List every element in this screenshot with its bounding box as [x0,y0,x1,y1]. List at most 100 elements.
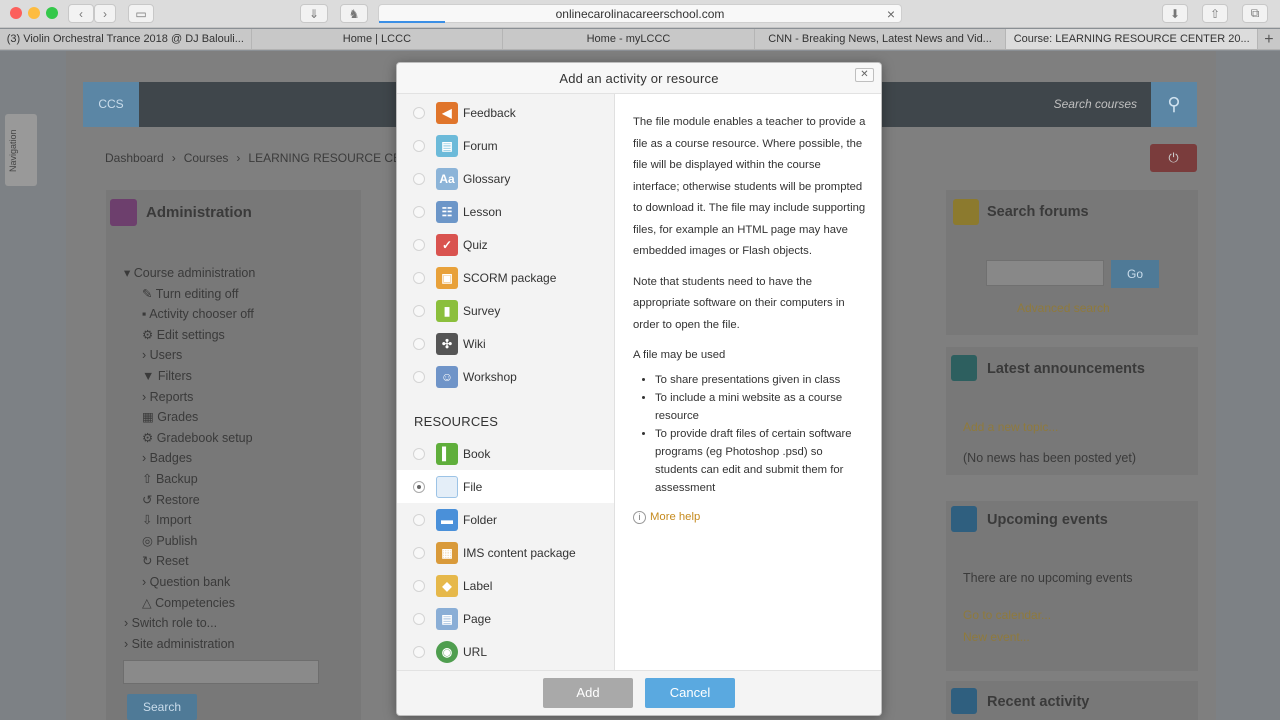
browser-tab[interactable]: (3) Violin Orchestral Trance 2018 @ DJ B… [0,29,252,49]
radio-button[interactable] [413,370,425,383]
option-lesson[interactable]: ☷ Lesson [397,195,614,228]
minimize-window-button[interactable] [28,7,40,19]
radio-button[interactable] [413,612,425,625]
option-forum[interactable]: ▤ Forum [397,129,614,162]
browser-tab[interactable]: CNN - Breaking News, Latest News and Vid… [755,29,1007,49]
radio-button[interactable] [413,337,425,350]
calendar-icon [951,506,977,532]
sidebar-icon[interactable]: ▭ [128,4,154,23]
zoom-window-button[interactable] [46,7,58,19]
option-scorm-package[interactable]: ▣ SCORM package [397,261,614,294]
forum-search-input[interactable] [986,260,1104,286]
option-wiki[interactable]: ✣ Wiki [397,327,614,360]
navigation-drawer-tab[interactable]: Navigation [5,114,37,186]
share-icon[interactable]: ⇧ [1202,4,1228,23]
page-icon: ▤ [436,607,458,630]
tree-item[interactable]: › Reports [124,387,255,408]
tree-item[interactable]: › Switch role to... [124,613,255,634]
radio-button[interactable] [413,447,425,460]
download-arrow-icon[interactable]: ⇓ [300,4,328,23]
option-label-resource[interactable]: ◆ Label [397,569,614,602]
tree-item[interactable]: ▼ Filters [124,366,255,387]
more-help-link[interactable]: i More help [633,507,866,529]
radio-button[interactable] [413,238,425,251]
advanced-search-link[interactable]: Advanced search [1017,301,1110,315]
browser-tab-active[interactable]: Course: LEARNING RESOURCE CENTER 20... [1006,29,1258,49]
forum-go-button[interactable]: Go [1111,260,1159,288]
admin-search-input[interactable] [123,660,319,684]
radio-button[interactable] [413,106,425,119]
tree-item[interactable]: ⚙ Gradebook setup [124,428,255,449]
tree-item[interactable]: ▪ Activity chooser off [124,304,255,325]
address-bar[interactable]: onlinecarolinacareerschool.com × [378,4,902,23]
tree-item[interactable]: △ Competencies [124,593,255,614]
tree-item[interactable]: ⇩ Import [124,510,255,531]
add-button[interactable]: Add [543,678,633,708]
tree-item[interactable]: ✎ Turn editing off [124,284,255,305]
module-options-list: ◀ Feedback ▤ Forum Aa Glossary ☷ Lesson … [397,94,615,672]
radio-button[interactable] [413,172,425,185]
downloads-icon[interactable]: ⬇ [1162,4,1188,23]
extension-icon[interactable]: ♞ [340,4,368,23]
label-icon: ◆ [436,574,458,597]
browser-tab[interactable]: Home | LCCC [252,29,504,49]
power-icon[interactable]: ⏻ [1150,144,1197,172]
tree-item[interactable]: › Question bank [124,572,255,593]
option-glossary[interactable]: Aa Glossary [397,162,614,195]
option-ims-content-package[interactable]: ▦ IMS content package [397,536,614,569]
search-courses-input[interactable]: Search courses [1054,82,1137,127]
radio-button[interactable] [413,645,425,658]
browser-tab[interactable]: Home - myLCCC [503,29,755,49]
tree-item[interactable]: ▦ Grades [124,407,255,428]
tree-item[interactable]: ⇧ Backup [124,469,255,490]
radio-button[interactable] [413,271,425,284]
option-file[interactable]: File [397,470,614,503]
radio-button[interactable] [413,304,425,317]
radio-button-selected[interactable] [413,480,425,493]
breadcrumb-item[interactable]: Courses [184,151,229,165]
option-book[interactable]: ▍ Book [397,437,614,470]
option-folder[interactable]: ▬ Folder [397,503,614,536]
tree-item[interactable]: ↺ Restore [124,490,255,511]
add-topic-link[interactable]: Add a new topic... [963,420,1058,434]
radio-button[interactable] [413,546,425,559]
option-label: Book [463,446,491,461]
back-icon[interactable]: ‹ [68,4,94,23]
radio-button[interactable] [413,513,425,526]
no-events-text: There are no upcoming events [963,571,1133,585]
option-label: SCORM package [463,270,557,285]
tree-item[interactable]: › Badges [124,448,255,469]
radio-button[interactable] [413,139,425,152]
radio-button[interactable] [413,205,425,218]
new-event-link[interactable]: New event... [963,630,1030,644]
option-feedback[interactable]: ◀ Feedback [397,96,614,129]
close-icon[interactable]: ✕ [855,68,874,82]
tree-item[interactable]: ⚙ Edit settings [124,325,255,346]
stop-loading-icon[interactable]: × [887,6,895,22]
breadcrumb-item[interactable]: Dashboard [105,151,164,165]
option-workshop[interactable]: ☺ Workshop [397,360,614,393]
option-url[interactable]: ◉ URL [397,635,614,668]
option-survey[interactable]: ▮ Survey [397,294,614,327]
radio-button[interactable] [413,579,425,592]
admin-search-button[interactable]: Search [127,694,197,720]
search-icon[interactable]: ⚲ [1151,82,1197,127]
calendar-link[interactable]: Go to calendar... [963,608,1051,622]
site-logo[interactable]: CCS [83,82,139,127]
module-description: The file module enables a teacher to pro… [615,94,881,672]
close-window-button[interactable] [10,7,22,19]
option-quiz[interactable]: ✓ Quiz [397,228,614,261]
tree-item[interactable]: › Users [124,345,255,366]
option-label: URL [463,644,488,659]
tree-item[interactable]: › Site administration [124,634,255,655]
new-tab-icon[interactable]: + [1258,29,1280,49]
cancel-button[interactable]: Cancel [645,678,735,708]
tabs-overview-icon[interactable]: ⧉ [1242,4,1268,23]
tree-item[interactable]: ◎ Publish [124,531,255,552]
tree-item[interactable]: ▾ Course administration [124,263,255,284]
forward-icon[interactable]: › [94,4,116,23]
tree-item[interactable]: ↻ Reset [124,551,255,572]
option-page[interactable]: ▤ Page [397,602,614,635]
option-label: IMS content package [463,545,576,560]
breadcrumb: Dashboard › Courses › LEARNING RESOURCE … [105,151,434,165]
